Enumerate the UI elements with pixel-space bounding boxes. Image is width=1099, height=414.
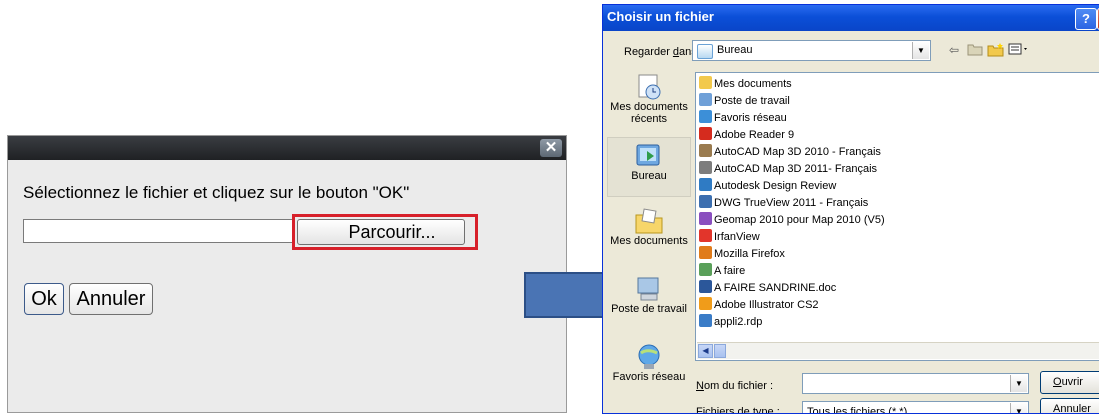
desktop-icon xyxy=(636,144,660,166)
network-places-icon xyxy=(638,344,660,369)
autocad-icon xyxy=(699,144,712,157)
place-my-computer[interactable]: Poste de travail xyxy=(607,275,691,315)
look-in-value: Bureau xyxy=(717,44,753,56)
illustrator-icon xyxy=(699,297,712,310)
scroll-thumb[interactable] xyxy=(714,344,726,358)
network-icon xyxy=(699,110,712,123)
file-chooser-dialog: Choisir un fichier ? Regarder dans : Bur… xyxy=(602,4,1099,414)
recent-documents-icon xyxy=(638,74,661,100)
list-item[interactable]: appli2.rdp xyxy=(699,314,762,331)
back-icon[interactable]: ⇦ xyxy=(949,42,959,58)
word-doc-icon xyxy=(699,280,712,293)
design-review-icon xyxy=(699,178,712,191)
place-label: Poste de travail xyxy=(611,303,687,315)
file-list: Mes documents Poste de travail Favoris r… xyxy=(695,72,1099,361)
upload-titlebar: ✕ xyxy=(8,136,566,160)
geomap-icon xyxy=(699,212,712,225)
place-label: Favoris réseau xyxy=(612,371,686,383)
list-item[interactable]: Mozilla Firefox xyxy=(699,246,785,263)
folder-icon xyxy=(699,76,712,89)
list-item[interactable]: Adobe Illustrator CS2 xyxy=(699,297,819,314)
list-item[interactable]: IrfanView xyxy=(699,229,760,246)
chooser-titlebar: Choisir un fichier ? xyxy=(603,5,1099,31)
place-label: Mes documents récents xyxy=(610,101,688,125)
my-computer-icon xyxy=(637,277,659,301)
filename-input[interactable]: ▼ xyxy=(802,373,1029,394)
shortcut-icon xyxy=(699,263,712,276)
cancel-button[interactable]: Annuler xyxy=(1040,398,1099,413)
dialog-title: Choisir un fichier xyxy=(607,9,714,24)
chevron-down-icon[interactable]: ▼ xyxy=(1010,375,1027,392)
browse-button[interactable]: Parcourir... xyxy=(297,219,465,245)
file-path-input[interactable] xyxy=(23,219,293,243)
adobe-reader-icon xyxy=(699,127,712,140)
list-item[interactable]: Poste de travail xyxy=(699,93,790,110)
upload-dialog: ✕ Sélectionnez le fichier et cliquez sur… xyxy=(7,135,567,413)
filename-label: Nom du fichier : xyxy=(696,380,774,392)
firefox-icon xyxy=(699,246,712,259)
place-recent-documents[interactable]: Mes documents récents xyxy=(607,73,691,125)
dwg-trueview-icon xyxy=(699,195,712,208)
place-desktop[interactable]: Bureau xyxy=(607,137,691,197)
place-my-documents[interactable]: Mes documents xyxy=(607,207,691,247)
list-item[interactable]: Geomap 2010 pour Map 2010 (V5) xyxy=(699,212,885,229)
rdp-icon xyxy=(699,314,712,327)
open-button[interactable]: Ouvrir xyxy=(1040,371,1099,394)
close-icon[interactable]: ✕ xyxy=(540,139,562,157)
list-item[interactable]: DWG TrueView 2011 - Français xyxy=(699,195,868,212)
list-item[interactable]: AutoCAD Map 3D 2010 - Français xyxy=(699,144,881,161)
look-in-dropdown[interactable]: Bureau ▼ xyxy=(692,40,931,61)
place-label: Mes documents xyxy=(610,235,688,247)
chevron-down-icon[interactable]: ▼ xyxy=(1010,403,1027,413)
view-menu-icon[interactable] xyxy=(1008,42,1030,58)
upload-prompt: Sélectionnez le fichier et cliquez sur l… xyxy=(23,183,410,202)
filetype-label: Fichiers de type : xyxy=(696,406,780,414)
new-folder-icon[interactable] xyxy=(987,42,1005,58)
list-item[interactable]: AutoCAD Map 3D 2011- Français xyxy=(699,161,877,178)
filetype-dropdown[interactable]: Tous les fichiers (*.*) ▼ xyxy=(802,401,1029,414)
up-folder-icon[interactable] xyxy=(967,42,983,58)
list-item[interactable]: Autodesk Design Review xyxy=(699,178,836,195)
irfanview-icon xyxy=(699,229,712,242)
list-item[interactable]: Mes documents xyxy=(699,76,792,93)
autocad-icon xyxy=(699,161,712,174)
desktop-icon xyxy=(697,44,713,59)
place-network[interactable]: Favoris réseau xyxy=(607,343,691,383)
list-item[interactable]: A FAIRE SANDRINE.doc xyxy=(699,280,836,297)
scroll-left-icon[interactable]: ◀ xyxy=(698,344,713,358)
help-icon[interactable]: ? xyxy=(1075,8,1097,30)
place-label: Bureau xyxy=(631,170,667,182)
list-item[interactable]: Favoris réseau xyxy=(699,110,787,127)
places-bar: Mes documents récents Bureau Mes documen… xyxy=(607,67,691,397)
cancel-button[interactable]: Annuler xyxy=(69,283,153,315)
my-documents-icon xyxy=(635,208,663,234)
horizontal-scrollbar[interactable]: ◀ xyxy=(697,342,1099,359)
list-item[interactable]: Adobe Reader 9 xyxy=(699,127,794,144)
chevron-down-icon[interactable]: ▼ xyxy=(912,42,929,59)
ok-button[interactable]: Ok xyxy=(24,283,64,315)
filetype-value: Tous les fichiers (*.*) xyxy=(807,406,908,414)
computer-icon xyxy=(699,93,712,106)
list-item[interactable]: A faire xyxy=(699,263,745,280)
